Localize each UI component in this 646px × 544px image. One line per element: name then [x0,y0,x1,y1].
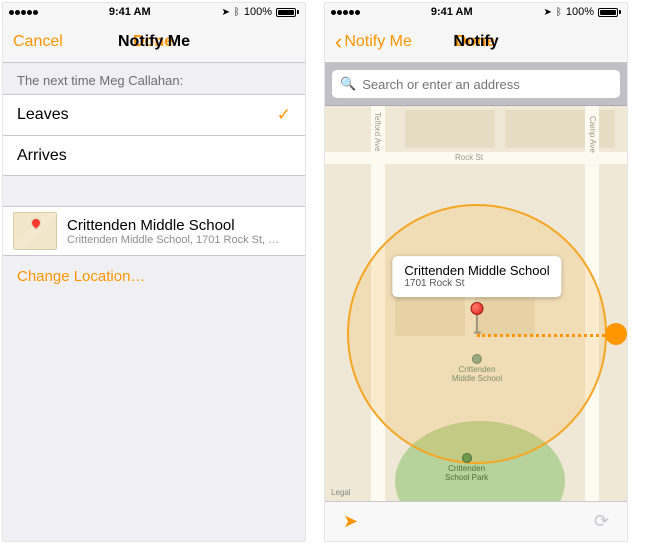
option-arrives[interactable]: Arrives [3,135,305,175]
poi-park-label: Crittenden School Park [445,464,488,482]
cancel-label: Cancel [13,33,63,51]
search-icon: 🔍 [340,76,356,92]
done-button[interactable]: Done [93,33,173,51]
poi-park-icon [462,453,472,463]
search-bar: 🔍 [325,63,627,106]
geofence-circle[interactable]: Crittenden Middle School 1701 Rock St Cr… [347,204,607,464]
callout-subtitle: 1701 Rock St [404,278,549,289]
option-arrives-label: Arrives [17,147,67,165]
radius-handle[interactable] [605,323,627,345]
locate-me-icon[interactable]: ➤ [343,511,358,532]
search-input[interactable] [362,77,612,92]
bluetooth-icon: ᛒ [556,7,562,18]
status-bar: 9:41 AM ➤ ᛒ 100% [3,3,305,21]
callout-title: Crittenden Middle School [404,263,549,278]
location-text: Crittenden Middle School Crittenden Midd… [67,217,287,246]
notify-me-body: The next time Meg Callahan: Leaves ✓ Arr… [3,63,305,541]
bluetooth-icon: ᛒ [234,7,240,18]
signal-dots-icon [331,10,360,15]
status-time: 9:41 AM [109,6,151,18]
nav-bar: ‹ Notify Me Notify Done [325,21,627,63]
signal-dots-icon [9,10,38,15]
location-map-thumb-icon [13,212,57,250]
status-right: ➤ ᛒ 100% [221,6,299,18]
poi-school: Crittenden Middle School [452,354,502,384]
back-label: Notify Me [344,33,412,51]
notify-map-body: 🔍 Telford Ave Camp Ave Rock St [325,63,627,541]
status-left [331,10,360,15]
location-subtitle: Crittenden Middle School, 1701 Rock St, … [67,234,287,246]
option-leaves[interactable]: Leaves ✓ [3,95,305,135]
done-label: Done [455,33,495,51]
poi-school-label: Crittenden Middle School [452,365,502,383]
building-shape [405,110,495,148]
map-callout[interactable]: Crittenden Middle School 1701 Rock St [392,256,561,297]
option-leaves-label: Leaves [17,106,69,124]
location-arrow-icon: ➤ [221,7,229,18]
done-button[interactable]: Done [415,33,495,51]
map-pin-icon[interactable] [471,302,484,334]
map-toolbar: ➤ ⟳ [325,501,627,541]
street-label-telford: Telford Ave [373,112,382,151]
chevron-left-icon: ‹ [335,31,342,53]
map-legal[interactable]: Legal [331,488,351,497]
battery-pct: 100% [566,6,594,18]
map-view[interactable]: Telford Ave Camp Ave Rock St Crittenden … [325,106,627,501]
location-title: Crittenden Middle School [67,217,287,234]
back-button[interactable]: ‹ Notify Me [335,31,415,53]
change-location-label: Change Location… [17,268,145,285]
phone-notify-map: 9:41 AM ➤ ᛒ 100% ‹ Notify Me Notify Done… [324,2,628,542]
status-time: 9:41 AM [431,6,473,18]
street-label-rock: Rock St [455,153,483,162]
trigger-list: Leaves ✓ Arrives [3,94,305,176]
battery-pct: 100% [244,6,272,18]
change-location-button[interactable]: Change Location… [3,256,305,297]
status-bar: 9:41 AM ➤ ᛒ 100% [325,3,627,21]
search-field[interactable]: 🔍 [332,70,620,98]
cancel-button[interactable]: Cancel [13,33,93,51]
status-left [9,10,38,15]
battery-icon [276,8,299,17]
section-label: The next time Meg Callahan: [3,63,305,94]
spacer [3,176,305,206]
refresh-icon[interactable]: ⟳ [594,511,609,532]
poi-park: Crittenden School Park [445,453,488,483]
location-arrow-icon: ➤ [543,7,551,18]
radius-line [477,334,617,337]
checkmark-icon: ✓ [277,105,291,125]
status-right: ➤ ᛒ 100% [543,6,621,18]
street-label-camp: Camp Ave [588,116,597,153]
nav-bar: Cancel Notify Me Done [3,21,305,63]
done-label: Done [133,33,173,51]
battery-icon [598,8,621,17]
poi-school-icon [472,354,482,364]
phone-notify-me: 9:41 AM ➤ ᛒ 100% Cancel Notify Me Done T… [2,2,306,542]
location-row[interactable]: Crittenden Middle School Crittenden Midd… [3,206,305,256]
